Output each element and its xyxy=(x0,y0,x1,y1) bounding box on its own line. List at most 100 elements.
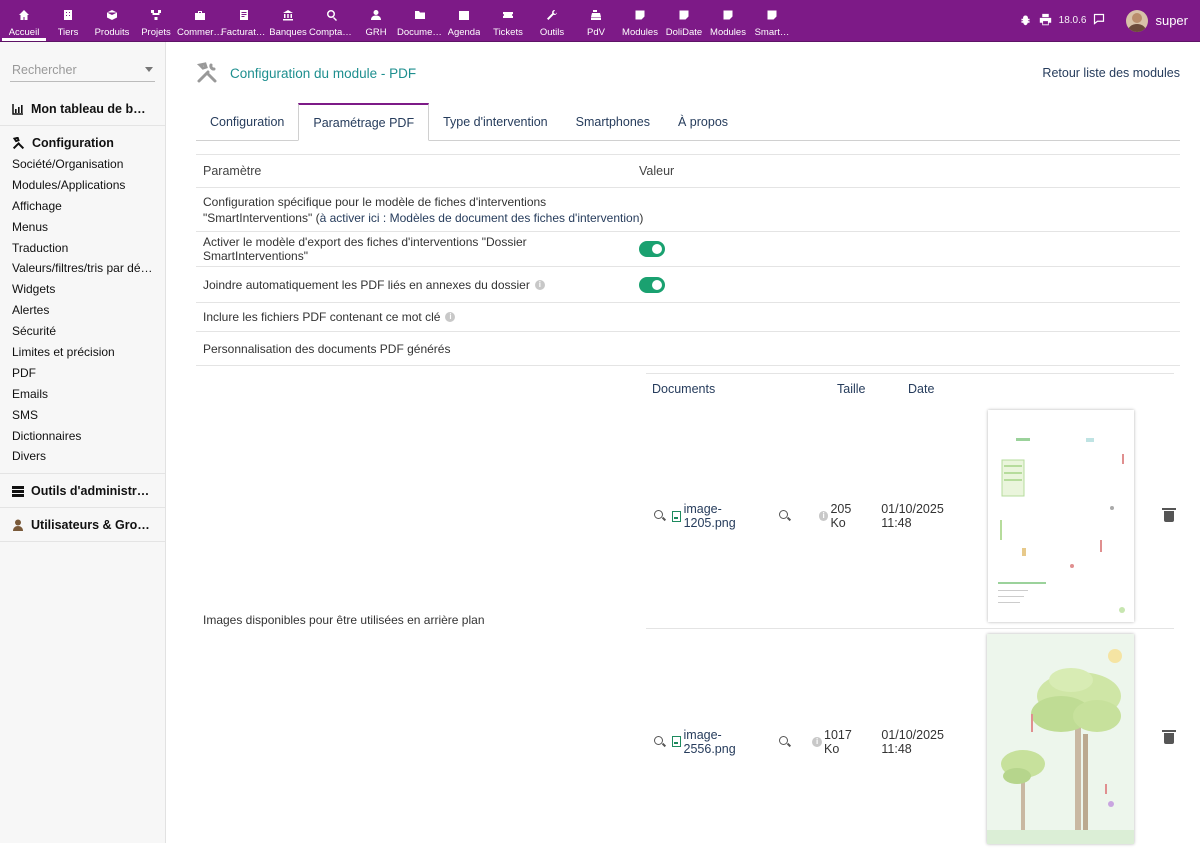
image-file-icon xyxy=(671,510,681,522)
zoom-icon[interactable] xyxy=(654,735,666,748)
zoom-icon[interactable] xyxy=(654,510,666,522)
invoice-icon xyxy=(237,8,251,22)
document-thumbnail[interactable] xyxy=(987,410,1135,622)
info-icon[interactable]: i xyxy=(534,279,545,290)
sidebar-admin-tools[interactable]: Outils d'administration xyxy=(0,474,165,509)
sidebar-config-item[interactable]: Traduction xyxy=(0,238,165,259)
topnav-label: GRH xyxy=(365,27,387,38)
chart-bar-icon xyxy=(12,103,23,115)
sidebar-users-groups[interactable]: Utilisateurs & Groupes xyxy=(0,508,165,543)
date-col-header: Date xyxy=(908,382,935,396)
sidebar-config-item[interactable]: Affichage xyxy=(0,196,165,217)
table-row: image-1205.png i 205 Ko 01/10/2025 11:48 xyxy=(646,404,1176,629)
cash-register-icon xyxy=(589,8,603,22)
sidebar-config-item[interactable]: Alertes xyxy=(0,300,165,321)
topnav-label: Smart… xyxy=(754,27,790,38)
documents-col-header: Documents xyxy=(652,382,716,396)
topnav-item[interactable]: Tiers xyxy=(46,0,90,41)
info-icon[interactable]: i xyxy=(445,312,456,322)
cube-icon xyxy=(105,8,119,22)
topnav-label: Modules xyxy=(622,27,658,38)
topnav-item[interactable]: GRH xyxy=(354,0,398,41)
sidebar-config-item[interactable]: PDF xyxy=(0,363,165,384)
topnav-item[interactable]: Modules xyxy=(706,0,750,41)
server-icon xyxy=(12,485,24,497)
username[interactable]: super xyxy=(1155,13,1188,28)
topnav-item[interactable]: Comptabilité xyxy=(309,0,355,41)
calendar-icon xyxy=(457,8,471,22)
activate-models-link[interactable]: à activer ici : Modèles de document des … xyxy=(320,211,640,225)
sidebar-config-item[interactable]: Valeurs/filtres/tris par défaut xyxy=(0,258,165,279)
sidebar-config-item[interactable]: Modules/Applications xyxy=(0,175,165,196)
search-select[interactable]: Rechercher xyxy=(10,58,155,82)
sidebar-config-block: Configuration Société/Organisation Module… xyxy=(0,126,165,475)
trash-icon[interactable] xyxy=(1162,507,1176,522)
topnav-item[interactable]: Facturation xyxy=(221,0,267,41)
topnav-label: Banques xyxy=(269,27,307,38)
topnav-item[interactable]: Smart… xyxy=(750,0,794,41)
bug-icon[interactable] xyxy=(1019,13,1032,29)
wrench-icon xyxy=(545,8,559,22)
zoom-icon[interactable] xyxy=(778,735,791,748)
col-param-header: Paramètre xyxy=(203,164,262,178)
topnav-item[interactable]: Produits xyxy=(90,0,134,41)
sidebar-config-item[interactable]: Emails xyxy=(0,384,165,405)
topnav-label: Facturation xyxy=(221,27,267,38)
info-icon[interactable]: i xyxy=(818,511,829,521)
back-to-modules-link[interactable]: Retour liste des modules xyxy=(1042,66,1180,80)
user-avatar[interactable] xyxy=(1126,9,1149,32)
tab-bar: Configuration Paramétrage PDF Type d'inter… xyxy=(196,103,1180,141)
sidebar-config-item[interactable]: Société/Organisation xyxy=(0,154,165,175)
attach-pdf-toggle[interactable] xyxy=(639,276,665,293)
tab[interactable]: Type d'intervention xyxy=(429,103,562,140)
documents-table: Documents Taille Date image-1205.png i 2… xyxy=(646,373,1176,854)
chat-icon[interactable] xyxy=(1093,13,1105,28)
search-placeholder: Rechercher xyxy=(12,62,77,77)
tab[interactable]: À propos xyxy=(664,103,742,140)
sidebar-config-item[interactable]: Menus xyxy=(0,217,165,238)
sidebar-config-item[interactable]: Dictionnaires xyxy=(0,426,165,447)
topnav-label: Commerce xyxy=(177,27,223,38)
page-title: Configuration du module - PDF xyxy=(230,65,417,81)
topnav-item[interactable]: Accueil xyxy=(2,0,46,41)
paren-open: ( xyxy=(312,211,320,225)
sidebar-config-item[interactable]: Sécurité xyxy=(0,321,165,342)
tab[interactable]: Paramétrage PDF xyxy=(298,103,430,141)
topnav-item[interactable]: Modules xyxy=(618,0,662,41)
activate-export-label: Activer le modèle d'export des fiches d'… xyxy=(203,235,527,263)
zoom-icon[interactable] xyxy=(778,510,791,522)
info-icon[interactable]: i xyxy=(812,736,822,747)
sidebar-dashboard[interactable]: Mon tableau de bord xyxy=(0,92,165,126)
activate-export-toggle[interactable] xyxy=(639,241,665,257)
main-content: Configuration du module - PDF Retour lis… xyxy=(166,42,1200,844)
user-icon xyxy=(13,519,23,531)
table-header: Paramètre Valeur xyxy=(196,154,1180,188)
version-label: 18.0.6 xyxy=(1058,15,1087,26)
document-link[interactable]: image-2556.png xyxy=(684,728,772,756)
building-icon xyxy=(61,8,75,22)
note-icon xyxy=(765,8,779,22)
tab[interactable]: Configuration xyxy=(196,103,298,140)
top-right-area: 18.0.6 super xyxy=(1019,0,1200,41)
topnav-item[interactable]: Tickets xyxy=(486,0,530,41)
topnav-item[interactable]: Outils xyxy=(530,0,574,41)
topnav-label: PdV xyxy=(587,27,605,38)
document-link[interactable]: image-1205.png xyxy=(684,502,772,530)
sidebar-config-item[interactable]: Widgets xyxy=(0,279,165,300)
sidebar-config-item[interactable]: SMS xyxy=(0,405,165,426)
topnav-item[interactable]: Banques xyxy=(266,0,310,41)
trash-icon[interactable] xyxy=(1162,730,1176,744)
topnav-item[interactable]: Projets xyxy=(134,0,178,41)
topnav-item[interactable]: Agenda xyxy=(442,0,486,41)
tab[interactable]: Smartphones xyxy=(562,103,664,140)
topnav-item[interactable]: Documents xyxy=(397,0,443,41)
sidebar-config-item[interactable]: Divers xyxy=(0,446,165,467)
tools-icon xyxy=(12,136,25,149)
print-icon[interactable] xyxy=(1039,13,1052,29)
topnav-item[interactable]: Commerce xyxy=(177,0,223,41)
document-date: 01/10/2025 11:48 xyxy=(881,727,944,756)
sidebar-config-item[interactable]: Limites et précision xyxy=(0,342,165,363)
topnav-item[interactable]: PdV xyxy=(574,0,618,41)
document-thumbnail[interactable] xyxy=(987,634,1135,844)
topnav-item[interactable]: DoliDate xyxy=(662,0,706,41)
